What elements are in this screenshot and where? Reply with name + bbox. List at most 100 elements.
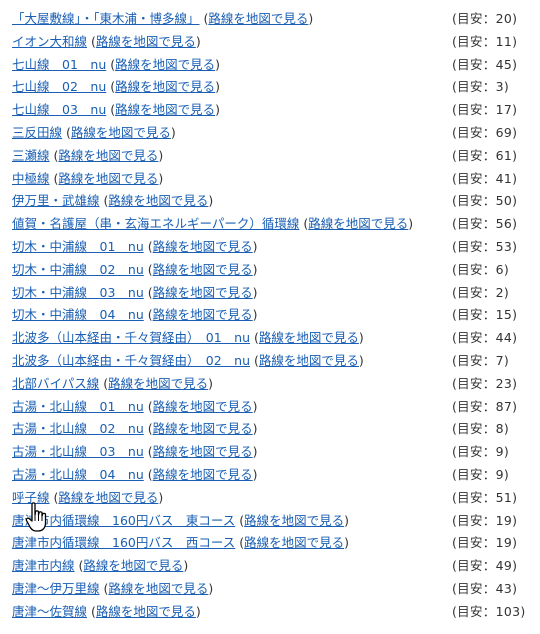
route-row: 七山線 01 nu (路線を地図で見る) (目安：45): [0, 54, 540, 77]
close-paren: ): [252, 307, 258, 323]
route-name-link[interactable]: 古湯・北山線 03 nu: [12, 444, 144, 459]
route-name-link[interactable]: 七山線 03 nu: [12, 102, 106, 117]
estimate-count: (目安：2): [452, 284, 510, 300]
map-link[interactable]: 路線を地図で見る: [108, 193, 208, 208]
close-paren: ): [208, 375, 214, 391]
route-entry: 北波多（山本経由・千々賀経由） 01 nu (路線を地図で見る): [12, 327, 364, 350]
map-link[interactable]: 路線を地図で見る: [259, 330, 359, 345]
route-name-link[interactable]: 北部バイパス線: [12, 376, 99, 391]
map-link[interactable]: 路線を地図で見る: [153, 307, 253, 322]
route-row: 古湯・北山線 03 nu (路線を地図で見る) (目安：9): [0, 441, 540, 464]
close-paren: ): [252, 421, 258, 437]
close-paren: ): [158, 489, 164, 505]
route-name-link[interactable]: 切木・中浦線 02 nu: [12, 262, 144, 277]
close-paren: ): [408, 216, 414, 232]
map-link[interactable]: 路線を地図で見る: [153, 421, 253, 436]
map-link[interactable]: 路線を地図で見る: [115, 79, 215, 94]
route-name-link[interactable]: 北波多（山本経由・千々賀経由） 02 nu: [12, 353, 250, 368]
route-name-link[interactable]: 唐津市内循環線 160円バス 東コース: [12, 513, 235, 528]
map-link[interactable]: 路線を地図で見る: [115, 57, 215, 72]
route-name-link[interactable]: 古湯・北山線 02 nu: [12, 421, 144, 436]
route-name-link[interactable]: 値賀・名護屋（串・玄海エネルギーパーク）循環線: [12, 216, 299, 231]
map-link[interactable]: 路線を地図で見る: [83, 558, 183, 573]
route-name-link[interactable]: 古湯・北山線 01 nu: [12, 399, 144, 414]
map-link[interactable]: 路線を地図で見る: [58, 148, 158, 163]
route-row: 呼子線 (路線を地図で見る) (目安：51): [0, 487, 540, 510]
map-link[interactable]: 路線を地図で見る: [308, 216, 408, 231]
map-link[interactable]: 路線を地図で見る: [259, 353, 359, 368]
close-paren: ): [252, 261, 258, 277]
map-link[interactable]: 路線を地図で見る: [96, 34, 196, 49]
route-name-link[interactable]: 「大屋敷線」・「東木浦・博多線」: [12, 11, 200, 26]
route-entry: 七山線 02 nu (路線を地図で見る): [12, 76, 220, 99]
route-entry: 切木・中浦線 03 nu (路線を地図で見る): [12, 282, 258, 305]
close-paren: ): [308, 11, 314, 26]
route-name-link[interactable]: 伊万里・武雄線: [12, 193, 100, 208]
route-name-link[interactable]: 古湯・北山線 04 nu: [12, 467, 144, 482]
route-row: 北部バイパス線 (路線を地図で見る) (目安：23): [0, 373, 540, 396]
estimate-count: (目安：17): [452, 102, 518, 118]
route-entry: 唐津～佐賀線 (路線を地図で見る): [12, 601, 201, 624]
route-row: 北波多（山本経由・千々賀経由） 02 nu (路線を地図で見る) (目安：7): [0, 350, 540, 373]
route-name-link[interactable]: イオン大和線: [12, 34, 87, 49]
route-row: 唐津市内線 (路線を地図で見る) (目安：49): [0, 555, 540, 578]
route-entry: 古湯・北山線 03 nu (路線を地図で見る): [12, 441, 258, 464]
route-entry: 古湯・北山線 04 nu (路線を地図で見る): [12, 464, 258, 487]
route-row: 切木・中浦線 04 nu (路線を地図で見る) (目安：15): [0, 304, 540, 327]
map-link[interactable]: 路線を地図で見る: [96, 604, 196, 619]
route-row: 七山線 03 nu (路線を地図で見る) (目安：17): [0, 99, 540, 122]
map-link[interactable]: 路線を地図で見る: [108, 581, 208, 596]
map-link[interactable]: 路線を地図で見る: [153, 239, 253, 254]
route-name-link[interactable]: 三反田線: [12, 125, 62, 140]
route-name-link[interactable]: 七山線 01 nu: [12, 57, 106, 72]
route-row: 値賀・名護屋（串・玄海エネルギーパーク）循環線 (路線を地図で見る) (目安：5…: [0, 213, 540, 236]
map-link[interactable]: 路線を地図で見る: [244, 535, 344, 550]
route-row: 三瀬線 (路線を地図で見る) (目安：61): [0, 145, 540, 168]
estimate-count: (目安：8): [452, 421, 510, 437]
estimate-count: (目安：15): [452, 307, 518, 323]
estimate-count: (目安：69): [452, 124, 518, 140]
map-link[interactable]: 路線を地図で見る: [153, 467, 253, 482]
map-link[interactable]: 路線を地図で見る: [208, 11, 308, 26]
map-link[interactable]: 路線を地図で見る: [58, 490, 158, 505]
route-name-link[interactable]: 唐津～佐賀線: [12, 604, 87, 619]
route-entry: 七山線 03 nu (路線を地図で見る): [12, 99, 220, 122]
estimate-count: (目安：56): [452, 216, 518, 232]
estimate-count: (目安：49): [452, 558, 518, 574]
estimate-count: (目安：44): [452, 330, 518, 346]
route-name-link[interactable]: 唐津市内循環線 160円バス 西コース: [12, 535, 235, 550]
route-row: 唐津市内循環線 160円バス 東コース (路線を地図で見る) (目安：19): [0, 510, 540, 533]
route-row: 伊万里・武雄線 (路線を地図で見る) (目安：50): [0, 190, 540, 213]
route-name-link[interactable]: 唐津市内線: [12, 558, 75, 573]
route-name-link[interactable]: 中極線: [12, 171, 50, 186]
estimate-count: (目安：87): [452, 398, 518, 414]
route-name-link[interactable]: 切木・中浦線 01 nu: [12, 239, 144, 254]
route-name-link[interactable]: 北波多（山本経由・千々賀経由） 01 nu: [12, 330, 250, 345]
route-entry: 切木・中浦線 02 nu (路線を地図で見る): [12, 259, 258, 282]
map-link[interactable]: 路線を地図で見る: [244, 513, 344, 528]
map-link[interactable]: 路線を地図で見る: [71, 125, 171, 140]
map-link[interactable]: 路線を地図で見る: [153, 262, 253, 277]
route-name-link[interactable]: 切木・中浦線 03 nu: [12, 285, 144, 300]
route-name-link[interactable]: 呼子線: [12, 490, 50, 505]
route-name-link[interactable]: 七山線 02 nu: [12, 79, 106, 94]
route-entry: 古湯・北山線 02 nu (路線を地図で見る): [12, 418, 258, 441]
map-link[interactable]: 路線を地図で見る: [153, 285, 253, 300]
route-entry: 三反田線 (路線を地図で見る): [12, 122, 176, 145]
close-paren: ): [252, 398, 258, 414]
map-link[interactable]: 路線を地図で見る: [115, 102, 215, 117]
route-name-link[interactable]: 三瀬線: [12, 148, 50, 163]
route-row: 中極線 (路線を地図で見る) (目安：41): [0, 168, 540, 191]
map-link[interactable]: 路線を地図で見る: [58, 171, 158, 186]
route-name-link[interactable]: 唐津～伊万里線: [12, 581, 100, 596]
route-entry: 唐津市内循環線 160円バス 西コース (路線を地図で見る): [12, 532, 349, 555]
close-paren: ): [208, 580, 214, 596]
route-row: イオン大和線 (路線を地図で見る) (目安：11): [0, 31, 540, 54]
estimate-count: (目安：6): [452, 261, 510, 277]
close-paren: ): [208, 193, 214, 209]
map-link[interactable]: 路線を地図で見る: [108, 376, 208, 391]
map-link[interactable]: 路線を地図で見る: [153, 399, 253, 414]
map-link[interactable]: 路線を地図で見る: [153, 444, 253, 459]
route-entry: 唐津市内線 (路線を地図で見る): [12, 555, 188, 578]
route-name-link[interactable]: 切木・中浦線 04 nu: [12, 307, 144, 322]
